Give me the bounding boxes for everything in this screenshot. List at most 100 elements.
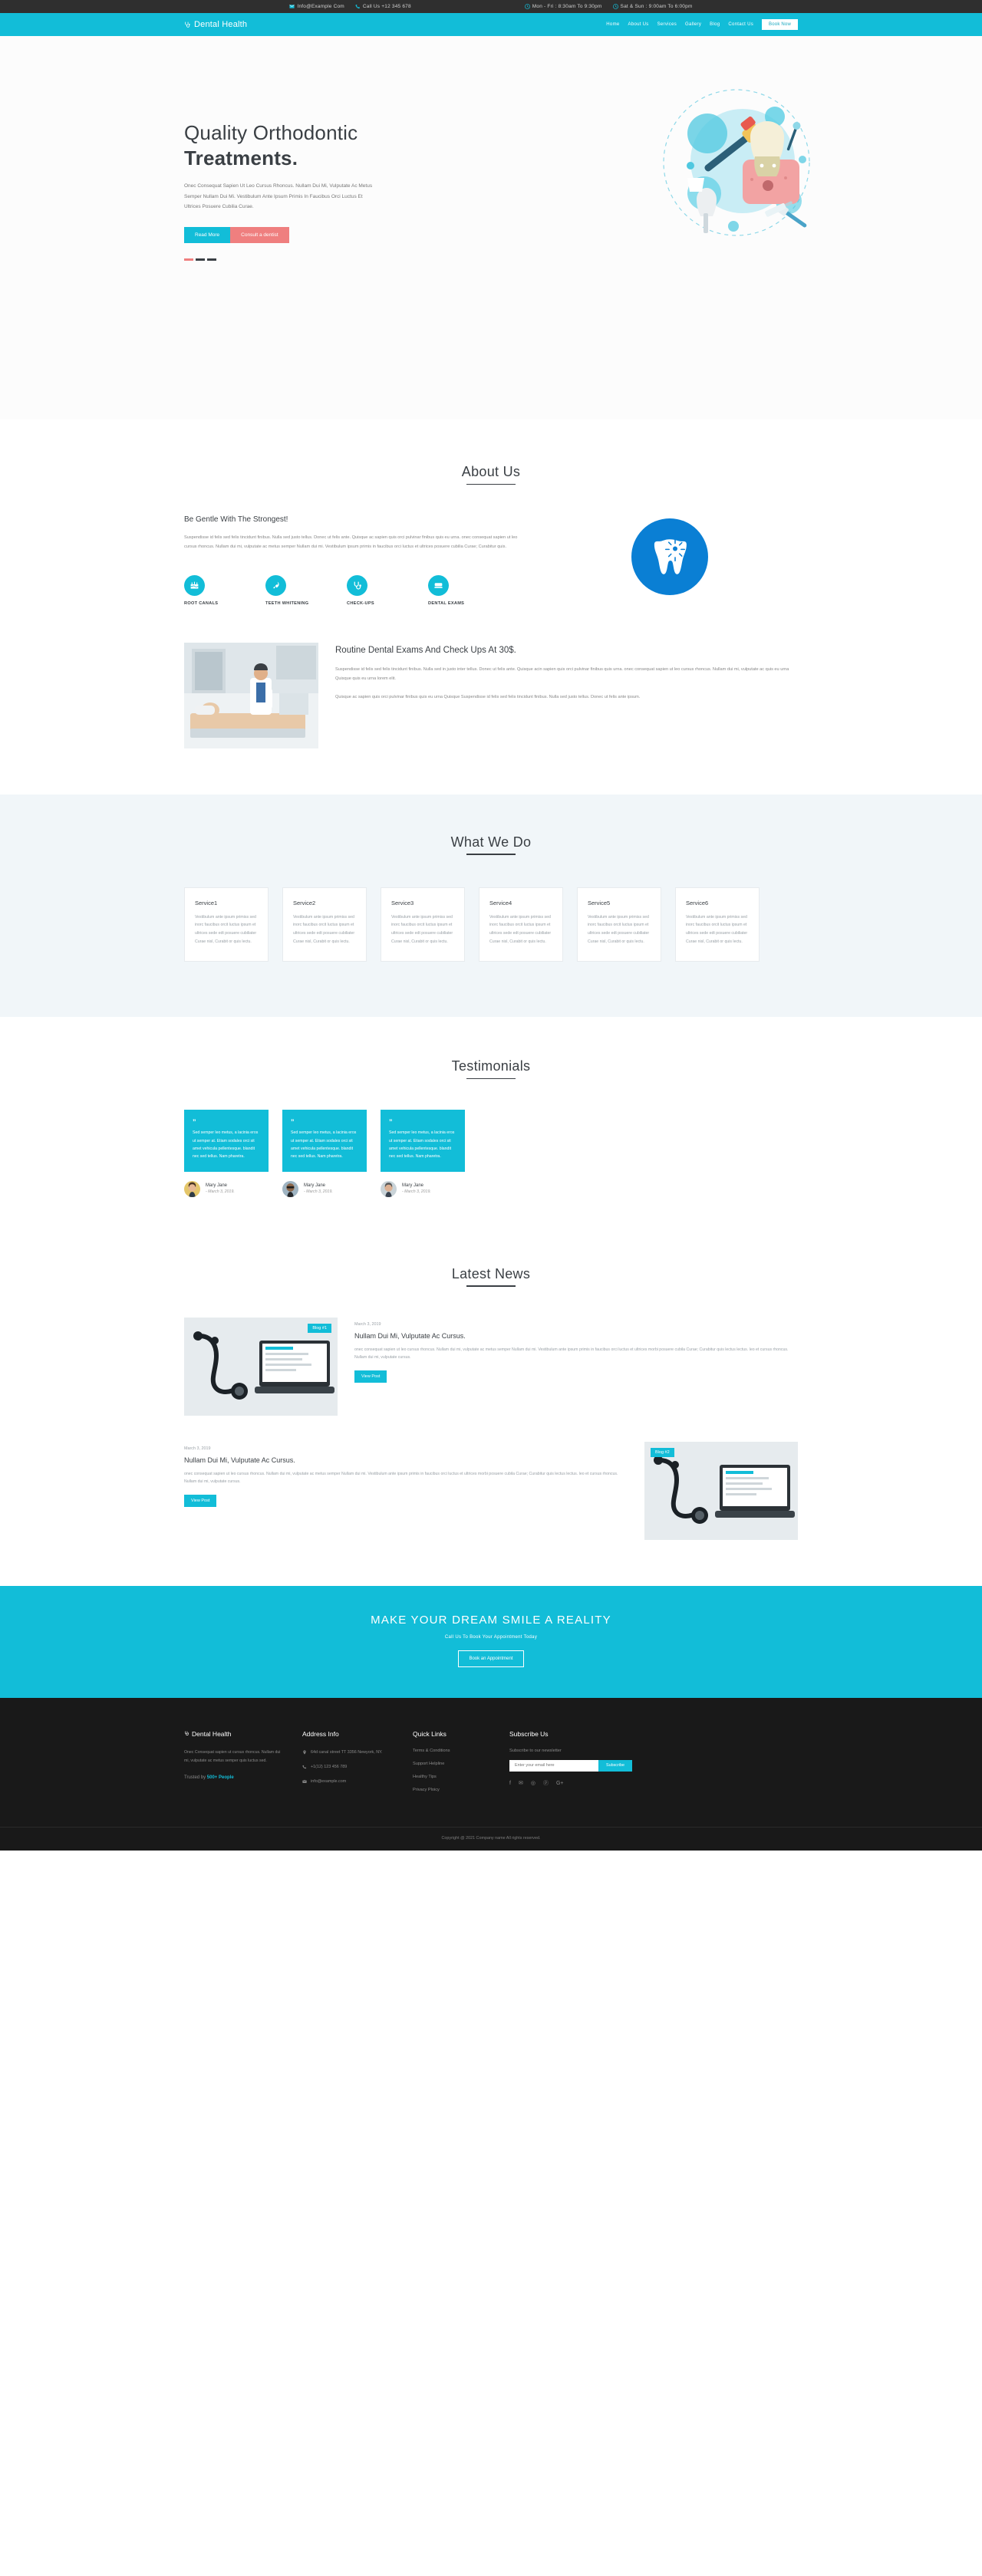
book-appointment-button[interactable]: Book an Appointment (458, 1650, 524, 1667)
news-photo: Blog #2 (644, 1441, 798, 1540)
feature-root-canals[interactable]: ROOT CANALS (184, 574, 247, 606)
subscribe-button[interactable]: Subscribe (598, 1759, 632, 1772)
service-card-text: Vestibulum ante ipsum primiss sed inorc … (588, 914, 650, 944)
weekday-hours-text: Mon - Fri : 8:30am To 9:30pm (532, 4, 602, 9)
service-card-title: Service1 (195, 899, 218, 906)
clock-icon (524, 4, 530, 9)
about-paragraph: Suspendisse id felis sed felis tincidunt… (184, 535, 518, 550)
envelope-icon (302, 1778, 307, 1784)
footer-brand-text: Dental Health (192, 1729, 232, 1738)
dribbble-icon[interactable]: ◎ (531, 1781, 535, 1786)
service-card-text: Vestibulum ante ipsum primiss sed inorc … (686, 914, 748, 944)
testimonial-date: - March 3, 2019. (206, 1189, 235, 1195)
news-date: March 3, 2019 (354, 1321, 381, 1327)
footer-link-privacy[interactable]: Privacy Ploicy (413, 1788, 489, 1792)
service-cards: Service1 Vestibulum ante ipsum primiss s… (184, 887, 798, 962)
cta-banner: MAKE YOUR DREAM SMILE A REALITY Call Us … (0, 1585, 982, 1698)
news-photo: Blog #1 (184, 1317, 338, 1416)
footer-phone-line[interactable]: +1(12) 123 456 789 (302, 1763, 393, 1771)
google-plus-icon[interactable]: G+ (556, 1781, 564, 1786)
location-pin-icon (302, 1749, 307, 1755)
feature-dental-exams[interactable]: DENTAL EXAMS (428, 574, 491, 606)
service-card-text: Vestibulum ante ipsum primiss sed inorc … (489, 914, 552, 944)
topbar-phone[interactable]: Call Us +12 345 678 (355, 4, 411, 9)
feature-label: DENTAL EXAMS (428, 600, 465, 606)
cta-subheading: Call Us To Book Your Appointment Today (444, 1634, 538, 1640)
nav-item-home[interactable]: Home (606, 22, 619, 27)
hero-slider-dots[interactable] (184, 258, 491, 261)
tooth-canal-icon (184, 574, 205, 596)
clock-icon (612, 4, 618, 9)
newsletter-email-input[interactable] (509, 1759, 599, 1772)
book-now-button[interactable]: Book Now (762, 19, 798, 30)
testimonial-item: ” Sed semper leo metus, a lacinia eros u… (184, 1110, 269, 1197)
footer-about-column: Dental Health Onec Consequat sapien ut c… (184, 1730, 282, 1801)
view-post-button[interactable]: View Post (184, 1494, 217, 1507)
about-section-title: About Us (184, 464, 798, 485)
nav-item-contact-us[interactable]: Contact Us (728, 22, 753, 27)
site-logo[interactable]: Dental Health (184, 20, 247, 29)
quote-icon: ” (291, 1118, 295, 1127)
hero-paragraph: Onec Consequat Sapien Ut Leo Cursus Rhon… (184, 183, 373, 210)
service-card[interactable]: Service6 Vestibulum ante ipsum primiss s… (675, 887, 760, 962)
news-post: March 3, 2019 Nullam Dui Mi, Vulputate A… (184, 1441, 798, 1540)
testimonial-card: ” Sed semper leo metus, a lacinia eros u… (184, 1110, 269, 1172)
envelope-icon (289, 4, 295, 9)
slider-dot-1[interactable] (184, 258, 193, 261)
facebook-icon[interactable]: f (509, 1781, 511, 1786)
news-title[interactable]: Nullam Dui Mi, Vulputate Ac Cursus. (184, 1456, 628, 1464)
nav-item-gallery[interactable]: Gallery (685, 22, 701, 27)
testimonial-card: ” Sed semper leo metus, a lacinia eros u… (381, 1110, 465, 1172)
footer-link-healthy-tips[interactable]: Healthy Tips (413, 1775, 489, 1779)
hero-section: Quality Orthodontic Treatments. Onec Con… (0, 36, 982, 419)
exam-chair-icon (428, 574, 449, 596)
footer-link-terms[interactable]: Terms & Conditions (413, 1749, 489, 1753)
topbar-email[interactable]: Info@Example Com (289, 4, 344, 9)
footer-social-links: f ✉ ◎ ⓟ G+ (509, 1781, 632, 1786)
hero-title: Quality Orthodontic Treatments. (184, 120, 491, 170)
footer-quick-links-title: Quick Links (413, 1729, 447, 1738)
testimonial-author: Mary Jane (206, 1183, 228, 1189)
pinterest-icon[interactable]: ⓟ (543, 1781, 549, 1786)
consult-dentist-button[interactable]: Consult a dentist (230, 226, 289, 243)
read-more-button[interactable]: Read More (184, 226, 231, 243)
service-card[interactable]: Service3 Vestibulum ante ipsum primiss s… (381, 887, 465, 962)
testimonials-list: ” Sed semper leo metus, a lacinia eros u… (184, 1110, 798, 1197)
service-card[interactable]: Service4 Vestibulum ante ipsum primiss s… (479, 887, 563, 962)
hero-title-line2: Treatments. (184, 146, 298, 169)
nav-item-services[interactable]: Services (657, 22, 677, 27)
slider-dot-2[interactable] (196, 258, 205, 261)
what-we-do-title: What We Do (184, 834, 798, 855)
testimonial-author: Mary Jane (402, 1183, 424, 1189)
news-title[interactable]: Nullam Dui Mi, Vulputate Ac Cursus. (354, 1332, 798, 1340)
newsletter-form: Subscribe (509, 1759, 632, 1772)
service-card-title: Service3 (391, 899, 414, 906)
slider-dot-3[interactable] (207, 258, 216, 261)
routine-paragraph-1: Suspendisse id felis sed felis tincidunt… (335, 667, 789, 681)
topbar-phone-text: Call Us +12 345 678 (362, 4, 411, 9)
rocket-icon (265, 574, 286, 596)
about-tooth-badge (631, 518, 708, 595)
feature-teeth-whitening[interactable]: TEETH WHITENING (265, 574, 328, 606)
news-excerpt: onec consequat sapien ut leo cursus rhon… (184, 1471, 618, 1485)
hero-buttons: Read More Consult a dentist (184, 226, 491, 243)
footer-about-text: Onec Consequat sapien ut cursus rhoncus.… (184, 1749, 281, 1764)
service-card[interactable]: Service1 Vestibulum ante ipsum primiss s… (184, 887, 269, 962)
twitter-icon[interactable]: ✉ (519, 1781, 523, 1786)
view-post-button[interactable]: View Post (354, 1370, 387, 1383)
latest-news-section: Latest News Blog #1 March 3, 2019 Nullam… (0, 1232, 982, 1586)
nav-item-blog[interactable]: Blog (710, 22, 720, 27)
service-card-title: Service6 (686, 899, 709, 906)
news-date: March 3, 2019 (184, 1446, 211, 1451)
feature-label: TEETH WHITENING (265, 600, 309, 606)
footer-email-line[interactable]: info@example.com (302, 1778, 393, 1785)
footer-trust-count: 500+ People (206, 1775, 234, 1780)
about-heading: Be Gentle With The Strongest! (184, 515, 288, 524)
service-card[interactable]: Service5 Vestibulum ante ipsum primiss s… (577, 887, 661, 962)
service-card[interactable]: Service2 Vestibulum ante ipsum primiss s… (282, 887, 367, 962)
footer-trust-prefix: Trusted by (184, 1775, 207, 1780)
nav-item-about-us[interactable]: About Us (628, 22, 649, 27)
site-footer: Dental Health Onec Consequat sapien ut c… (0, 1697, 982, 1851)
feature-check-ups[interactable]: CHECK-UPS (347, 574, 410, 606)
footer-link-support[interactable]: Support Helpline (413, 1762, 489, 1766)
